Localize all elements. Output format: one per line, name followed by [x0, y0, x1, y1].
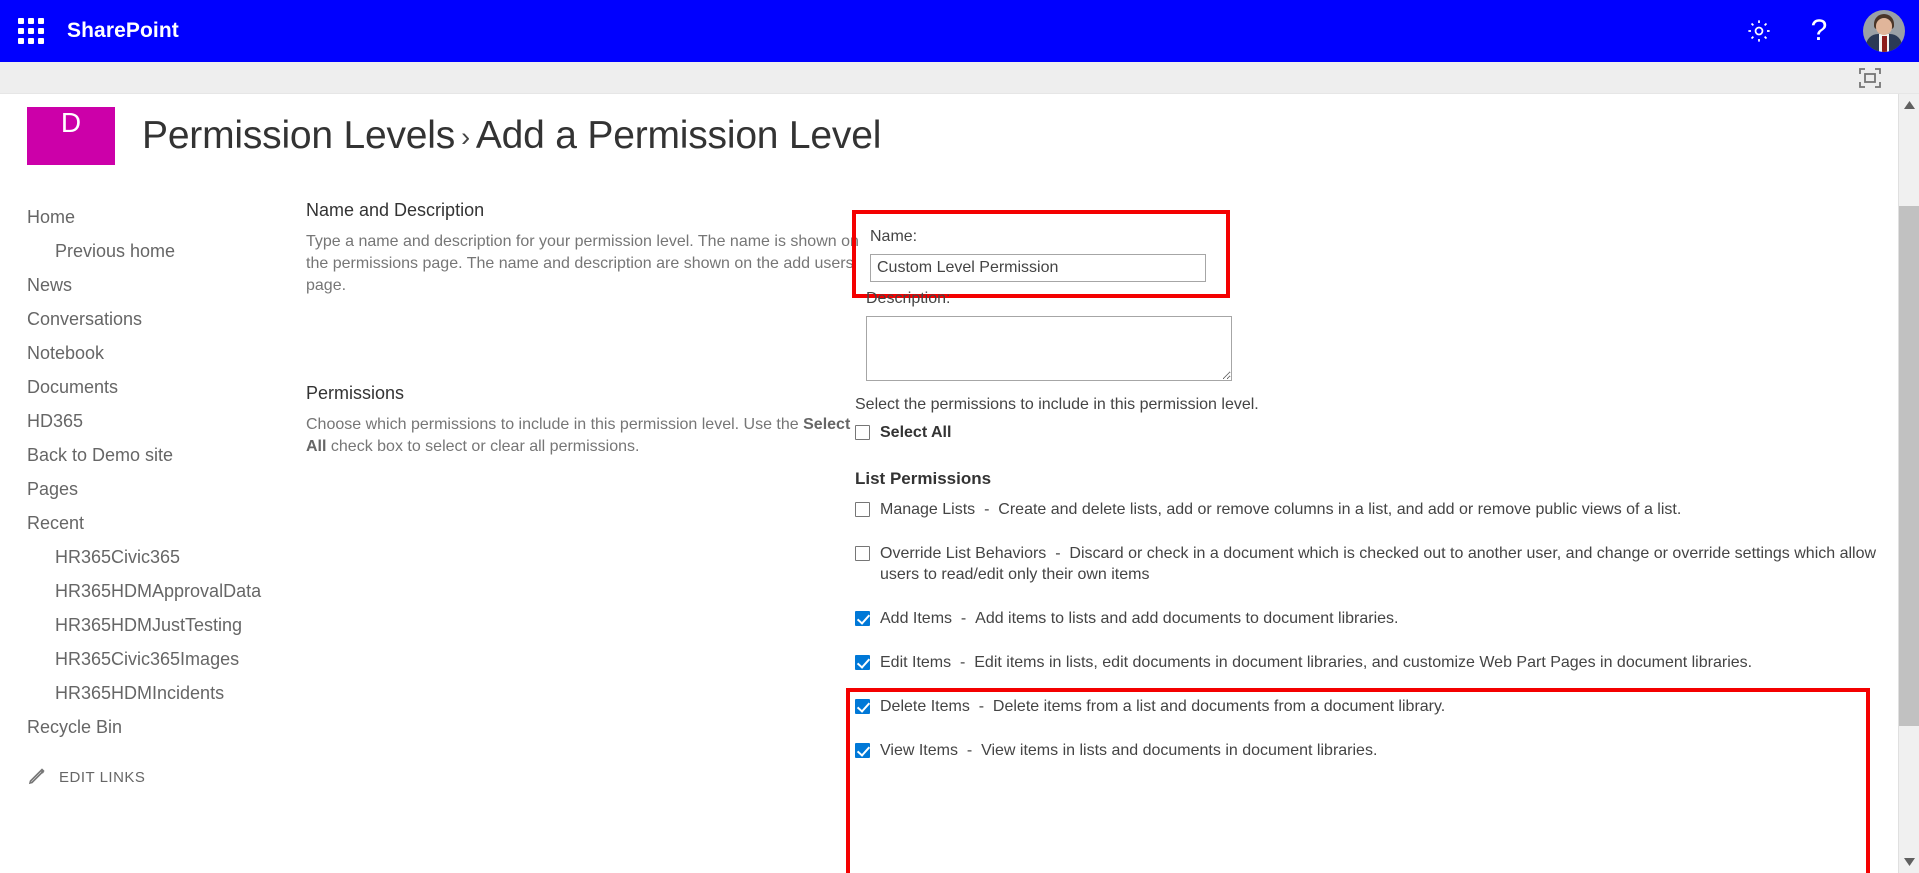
edit-links-label: EDIT LINKS	[59, 768, 146, 786]
pencil-icon	[27, 768, 49, 786]
user-avatar[interactable]	[1849, 0, 1919, 62]
sidebar-item-back-to-demo-site[interactable]: Back to Demo site	[0, 438, 278, 472]
sidebar-item-hr365hdmincidents[interactable]: HR365HDMIncidents	[0, 676, 250, 710]
description-field-group: Description:	[866, 290, 1246, 381]
page-scrollbar[interactable]	[1898, 94, 1919, 873]
permission-label: Edit Items - Edit items in lists, edit d…	[880, 652, 1752, 673]
scroll-down-arrow-icon[interactable]	[1899, 851, 1919, 873]
permission-label: View Items - View items in lists and doc…	[880, 740, 1377, 761]
select-all-label: Select All	[880, 424, 952, 441]
permission-name: Add Items	[880, 610, 953, 627]
permission-row[interactable]: Delete Items - Delete items from a list …	[855, 696, 1895, 717]
permission-name: Manage Lists	[880, 501, 976, 518]
permission-name: View Items	[880, 742, 958, 759]
permission-label: Delete Items - Delete items from a list …	[880, 696, 1445, 717]
sidebar-item-hr365civic365[interactable]: HR365Civic365	[0, 540, 250, 574]
permission-description: Add items to lists and add documents to …	[975, 610, 1399, 627]
permission-checkbox[interactable]	[855, 655, 870, 670]
app-launcher-waffle-icon[interactable]	[0, 0, 62, 62]
sidebar-item-hr365hdmapprovaldata[interactable]: HR365HDMApprovalData	[0, 574, 261, 608]
name-field-highlight-box: Name:	[852, 210, 1230, 298]
sidebar-item-conversations[interactable]: Conversations	[0, 302, 278, 336]
permission-name: Override List Behaviors	[880, 545, 1047, 562]
permission-row[interactable]: Edit Items - Edit items in lists, edit d…	[855, 652, 1895, 673]
permission-row[interactable]: View Items - View items in lists and doc…	[855, 740, 1895, 761]
sidebar-item-pages[interactable]: Pages	[0, 472, 278, 506]
permission-checkbox[interactable]	[855, 502, 870, 517]
breadcrumb-separator-icon: ›	[461, 122, 470, 153]
left-navigation: Home Previous home News Conversations Notebo…	[0, 200, 278, 786]
permission-row[interactable]: Override List Behaviors - Discard or che…	[855, 543, 1895, 585]
permission-label: Add Items - Add items to lists and add d…	[880, 608, 1398, 629]
permission-name: Delete Items	[880, 698, 970, 715]
permission-checkbox[interactable]	[855, 546, 870, 561]
permissions-section-title: Permissions	[306, 383, 405, 403]
breadcrumb: Permission Levels › Add a Permission Level	[142, 114, 881, 158]
sidebar-item-hr365civic365images[interactable]: HR365Civic365Images	[0, 642, 250, 676]
sidebar-item-home[interactable]: Home	[0, 200, 278, 234]
sidebar-item-recycle-bin[interactable]: Recycle Bin	[0, 710, 278, 744]
sidebar-item-hr365hdmjusttesting[interactable]: HR365HDMJustTesting	[0, 608, 250, 642]
permission-separator: -	[1055, 545, 1061, 562]
sidebar-item-news[interactable]: News	[0, 268, 278, 302]
permissions-desc-part2: check box to select or clear all permiss…	[326, 438, 640, 455]
focus-on-content-icon[interactable]	[1857, 66, 1883, 90]
edit-links-button[interactable]: EDIT LINKS	[0, 768, 278, 786]
name-input[interactable]	[870, 254, 1206, 282]
permission-label: Manage Lists - Create and delete lists, …	[880, 499, 1681, 520]
breadcrumb-parent[interactable]: Permission Levels	[142, 114, 455, 157]
name-label: Name:	[870, 228, 918, 245]
sidebar-item-documents[interactable]: Documents	[0, 370, 278, 404]
permission-row[interactable]: Add Items - Add items to lists and add d…	[855, 608, 1895, 629]
name-section-title: Name and Description	[306, 200, 485, 220]
permission-checkbox[interactable]	[855, 611, 870, 626]
permission-checkbox[interactable]	[855, 699, 870, 714]
permission-checkbox[interactable]	[855, 743, 870, 758]
permission-separator: -	[960, 610, 967, 627]
question-mark-icon[interactable]: ?	[1789, 0, 1849, 62]
permission-name: Edit Items	[880, 654, 952, 671]
sidebar-item-hd365[interactable]: HD365	[0, 404, 278, 438]
page-title-row: D Permission Levels › Add a Permission Lev…	[0, 100, 1300, 172]
sidebar-item-previous-home[interactable]: Previous home	[0, 234, 250, 268]
permission-separator: -	[960, 654, 966, 671]
gear-icon[interactable]	[1729, 0, 1789, 62]
suite-header: SharePoint ?	[0, 0, 1919, 62]
permission-separator: -	[978, 698, 985, 715]
sidebar-item-notebook[interactable]: Notebook	[0, 336, 278, 370]
select-all-row[interactable]: Select All	[855, 422, 1895, 443]
description-textarea[interactable]	[866, 316, 1232, 381]
permissions-desc-part1: Choose which permissions to include in t…	[306, 416, 804, 433]
permission-label: Override List Behaviors - Discard or che…	[880, 543, 1890, 585]
permission-description: View items in lists and documents in doc…	[981, 742, 1378, 759]
scrollbar-thumb[interactable]	[1899, 206, 1919, 726]
select-all-checkbox[interactable]	[855, 425, 870, 440]
name-section-description: Type a name and description for your per…	[306, 233, 859, 294]
permissions-intro: Select the permissions to include in thi…	[855, 396, 1259, 413]
description-label: Description:	[866, 290, 951, 307]
page-title: Add a Permission Level	[475, 114, 882, 157]
sidebar-item-recent[interactable]: Recent	[0, 506, 278, 540]
permission-description: Edit items in lists, edit documents in d…	[974, 654, 1753, 671]
permission-description: Create and delete lists, add or remove c…	[998, 501, 1682, 518]
permissions-list: Manage Lists - Create and delete lists, …	[855, 499, 1895, 761]
permission-description: Delete items from a list and documents f…	[992, 698, 1446, 715]
focus-strip	[0, 62, 1919, 94]
site-logo: D	[27, 107, 115, 165]
permissions-section-description: Choose which permissions to include in t…	[306, 414, 866, 458]
sharepoint-brand-link[interactable]: SharePoint	[67, 19, 179, 43]
scroll-up-arrow-icon[interactable]	[1899, 94, 1919, 116]
permission-separator: -	[984, 501, 990, 518]
suite-header-actions: ?	[1729, 0, 1919, 62]
permission-row[interactable]: Manage Lists - Create and delete lists, …	[855, 499, 1895, 520]
list-permissions-group-title: List Permissions	[855, 469, 992, 488]
permission-separator: -	[966, 742, 973, 759]
